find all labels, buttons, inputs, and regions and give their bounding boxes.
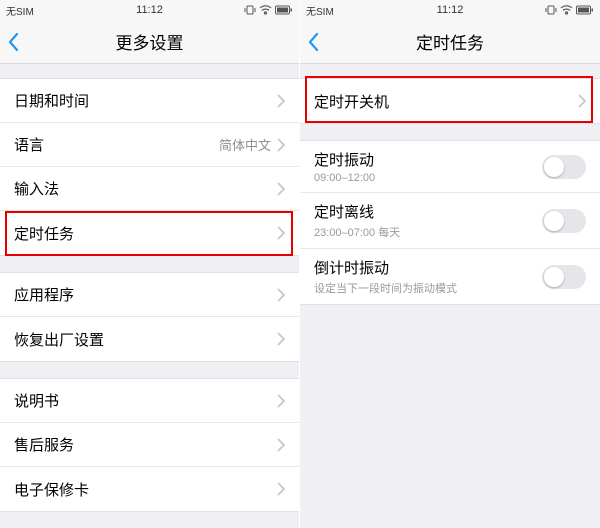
back-button[interactable] — [306, 20, 320, 63]
chevron-right-icon — [277, 182, 285, 196]
chevron-right-icon — [578, 94, 586, 108]
toggle-vibrate[interactable] — [542, 155, 586, 179]
navbar: 定时任务 — [300, 20, 600, 64]
chevron-right-icon — [277, 138, 285, 152]
row-label: 定时振动 — [314, 149, 375, 170]
page-title: 更多设置 — [116, 29, 184, 54]
status-bar: 无SIM 11:12 — [300, 0, 600, 20]
chevron-right-icon — [277, 288, 285, 302]
row-scheduled-power[interactable]: 定时开关机 — [300, 79, 600, 123]
row-label: 说明书 — [14, 390, 59, 411]
scheduled-list[interactable]: 定时开关机 定时振动 09:00–12:00 定时离线 23:00–07:00 … — [300, 64, 600, 528]
row-label: 日期和时间 — [14, 90, 89, 111]
settings-list[interactable]: 日期和时间 语言 简体中文 输入法 定时任务 应用程序 — [0, 64, 299, 528]
chevron-right-icon — [277, 226, 285, 240]
row-aftersale[interactable]: 售后服务 — [0, 423, 299, 467]
row-label: 语言 — [14, 134, 44, 155]
back-button[interactable] — [6, 20, 20, 63]
screen-more-settings: 无SIM 11:12 更多设置 日期和时间 语言 — [0, 0, 300, 528]
row-subtitle: 09:00–12:00 — [314, 172, 375, 184]
toggle-offline[interactable] — [542, 209, 586, 233]
screen-scheduled-tasks: 无SIM 11:12 定时任务 定时开关机 — [300, 0, 600, 528]
row-value: 简体中文 — [219, 135, 271, 154]
chevron-right-icon — [277, 438, 285, 452]
row-label: 售后服务 — [14, 434, 74, 455]
row-manual[interactable]: 说明书 — [0, 379, 299, 423]
row-warranty[interactable]: 电子保修卡 — [0, 467, 299, 511]
status-bar: 无SIM 11:12 — [0, 0, 299, 20]
row-factory-reset[interactable]: 恢复出厂设置 — [0, 317, 299, 361]
row-label: 输入法 — [14, 178, 59, 199]
chevron-right-icon — [277, 394, 285, 408]
row-scheduled-vibrate[interactable]: 定时振动 09:00–12:00 — [300, 141, 600, 193]
row-apps[interactable]: 应用程序 — [0, 273, 299, 317]
status-time: 11:12 — [0, 4, 299, 16]
row-subtitle: 23:00–07:00 每天 — [314, 224, 400, 240]
row-label: 定时离线 — [314, 201, 400, 222]
status-time: 11:12 — [300, 4, 600, 16]
row-date-time[interactable]: 日期和时间 — [0, 79, 299, 123]
row-label: 恢复出厂设置 — [14, 329, 104, 350]
row-label: 电子保修卡 — [14, 479, 89, 500]
chevron-right-icon — [277, 94, 285, 108]
row-label: 定时任务 — [14, 223, 74, 244]
row-label: 定时开关机 — [314, 91, 389, 112]
chevron-right-icon — [277, 332, 285, 346]
chevron-right-icon — [277, 482, 285, 496]
row-countdown-vibrate[interactable]: 倒计时振动 设定当下一段时间为振动模式 — [300, 249, 600, 304]
page-title: 定时任务 — [416, 29, 484, 54]
navbar: 更多设置 — [0, 20, 299, 64]
row-label: 倒计时振动 — [314, 257, 457, 278]
row-scheduled-offline[interactable]: 定时离线 23:00–07:00 每天 — [300, 193, 600, 249]
toggle-countdown[interactable] — [542, 265, 586, 289]
row-scheduled-tasks[interactable]: 定时任务 — [0, 211, 299, 255]
row-label: 应用程序 — [14, 284, 74, 305]
row-language[interactable]: 语言 简体中文 — [0, 123, 299, 167]
row-subtitle: 设定当下一段时间为振动模式 — [314, 280, 457, 296]
row-ime[interactable]: 输入法 — [0, 167, 299, 211]
